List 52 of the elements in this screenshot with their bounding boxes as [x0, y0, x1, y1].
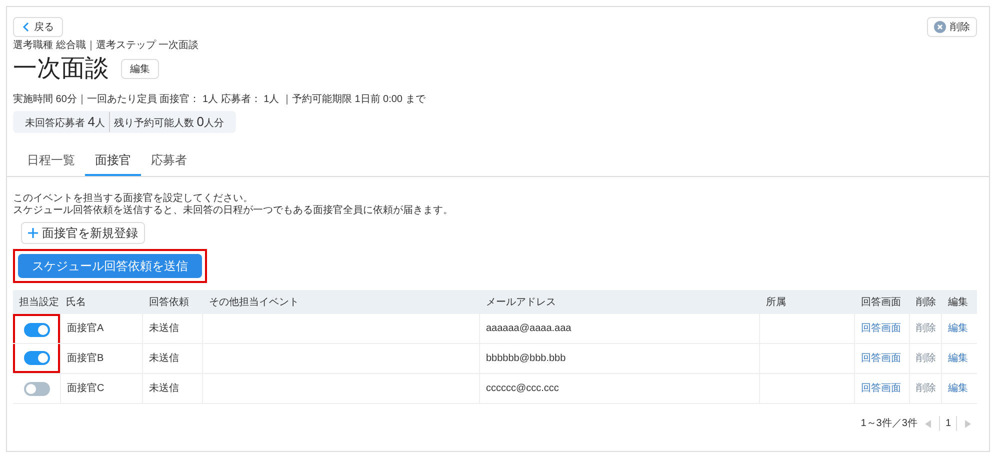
table-cell: cccccc@ccc.ccc: [480, 374, 760, 404]
answer-screen-link[interactable]: 回答画面: [861, 381, 901, 396]
summary-text: 残り予約可能人数 0人分: [113, 113, 224, 132]
column-header: メールアドレス: [485, 296, 557, 310]
close-icon: [934, 21, 946, 33]
delete-link[interactable]: 削除: [916, 351, 936, 366]
column-header: 回答依頼: [148, 296, 190, 310]
tab[interactable]: 日程一覧: [17, 146, 85, 176]
table-cell: 未送信: [143, 344, 203, 374]
column-header: 回答画面: [860, 296, 902, 310]
table-cell: 面接官C: [60, 374, 143, 404]
edit-button[interactable]: 編集: [121, 59, 159, 79]
answer-screen-link[interactable]: 回答画面: [861, 351, 901, 366]
column-header: 編集: [947, 296, 969, 310]
table-cell: 未送信: [143, 374, 203, 404]
page-number[interactable]: 1: [939, 416, 957, 432]
table-cell: 未送信: [143, 314, 203, 344]
answer-screen-link[interactable]: 回答画面: [861, 321, 901, 336]
column-header: 所属: [765, 296, 787, 310]
edit-link[interactable]: 編集: [948, 381, 968, 396]
event-details: 実施時間 60分｜一回あたり定員 面接官： 1人 応募者： 1人 ｜予約可能期限 1日前 0:00 まで: [13, 94, 426, 106]
page-title: 一次面談: [13, 54, 109, 84]
plus-icon: [28, 228, 38, 238]
column-header: その他担当イベント: [208, 296, 300, 310]
toggle-switch[interactable]: [24, 322, 50, 337]
column-header: 担当設定: [18, 296, 60, 310]
tab[interactable]: 面接官: [85, 146, 141, 176]
pagination-range: 1～3件／3件: [860, 417, 918, 432]
breadcrumb: 選考職種 総合職｜選考ステップ 一次面談: [13, 40, 200, 52]
table-cell: aaaaaa@aaaa.aaa: [480, 314, 760, 344]
tab[interactable]: 応募者: [141, 146, 197, 176]
table-cell: 面接官A: [60, 314, 143, 344]
table-cell: bbbbbb@bbb.bbb: [480, 344, 760, 374]
delete-link[interactable]: 削除: [916, 321, 936, 336]
instruction-text: スケジュール回答依頼を送信すると、未回答の日程が一つでもある面接官全員に依頼が届きます。: [13, 205, 454, 218]
chevron-left-icon: [22, 22, 30, 32]
edit-link[interactable]: 編集: [948, 351, 968, 366]
column-header: 削除: [915, 296, 937, 310]
previous-page-icon[interactable]: [925, 420, 932, 428]
send-request-button[interactable]: スケジュール回答依頼を送信: [18, 254, 202, 278]
toggle-switch[interactable]: [24, 350, 50, 365]
summary-text: 未回答応募者 4人: [25, 112, 110, 132]
register-button[interactable]: 面接官を新規登録: [21, 222, 145, 244]
delete-link[interactable]: 削除: [916, 381, 936, 396]
table-cell: 面接官B: [60, 344, 143, 374]
delete-button[interactable]: 削除: [927, 17, 977, 37]
toggle-switch[interactable]: [24, 382, 50, 396]
instruction-text: このイベントを担当する面接官を設定してください。: [13, 193, 254, 204]
next-page-icon[interactable]: [965, 420, 971, 428]
edit-link[interactable]: 編集: [948, 321, 968, 336]
back-button[interactable]: 戻る: [13, 17, 63, 37]
column-header: 氏名: [65, 296, 87, 310]
